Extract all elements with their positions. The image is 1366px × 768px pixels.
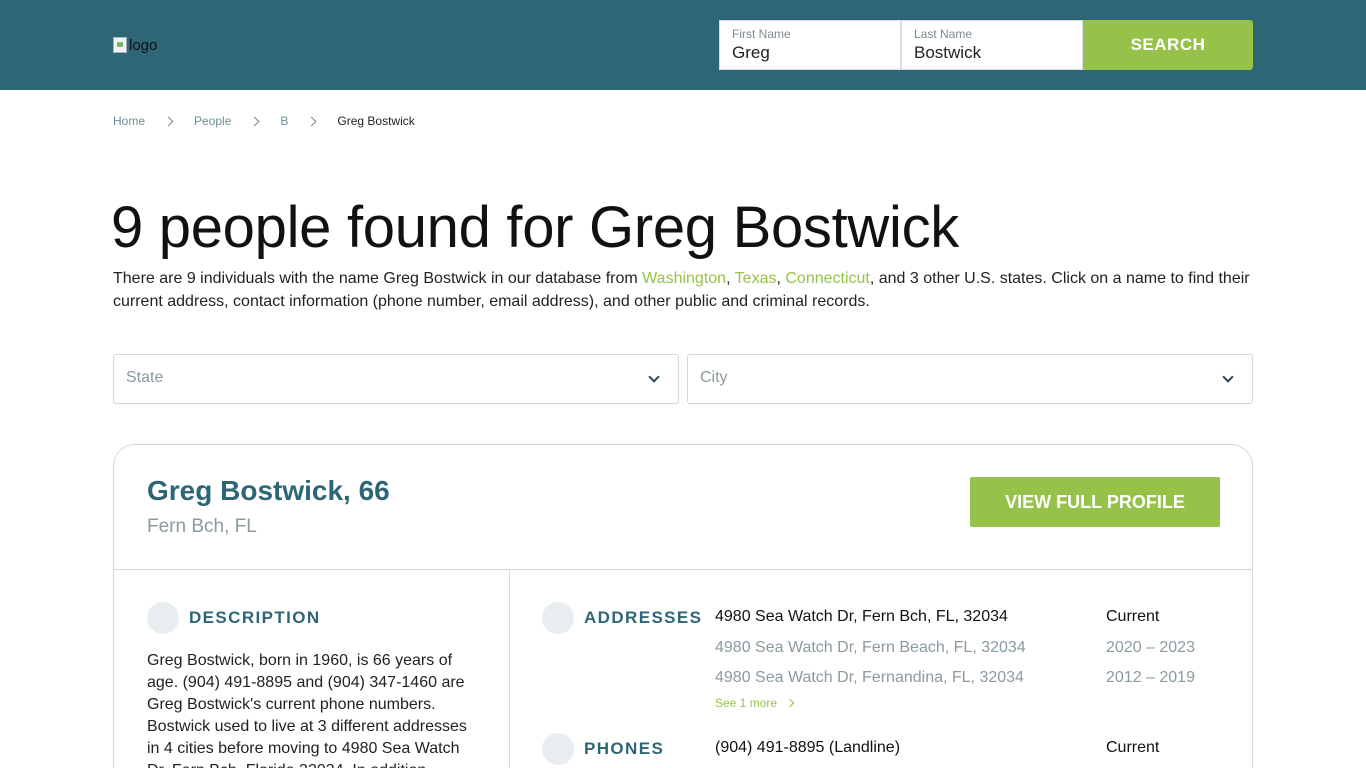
chevron-right-icon xyxy=(249,116,260,126)
chevron-down-icon xyxy=(648,371,660,383)
address-period: Current xyxy=(1106,608,1160,625)
first-name-field[interactable]: First Name xyxy=(719,20,901,70)
phone-period: Current xyxy=(1106,739,1160,756)
breadcrumb-current: Greg Bostwick xyxy=(337,114,415,128)
phones-title: PHONES xyxy=(584,739,665,758)
chevron-down-icon xyxy=(1222,371,1234,383)
breadcrumb: Home People B Greg Bostwick xyxy=(113,114,415,128)
state-link-washington[interactable]: Washington xyxy=(642,270,726,287)
address-item: 4980 Sea Watch Dr, Fern Beach, FL, 32034 xyxy=(715,639,1026,656)
addresses-icon xyxy=(542,602,574,634)
last-name-label: Last Name xyxy=(914,27,973,41)
last-name-input[interactable] xyxy=(914,43,1074,63)
chevron-right-icon xyxy=(163,116,174,126)
phones-icon xyxy=(542,733,574,765)
last-name-field[interactable]: Last Name xyxy=(901,20,1083,70)
breadcrumb-home[interactable]: Home xyxy=(113,114,145,128)
addresses-title: ADDRESSES xyxy=(584,608,703,627)
logo[interactable]: logo xyxy=(113,36,157,54)
description-icon xyxy=(147,602,179,634)
see-more-addresses-link[interactable]: See 1 more xyxy=(715,696,795,710)
chevron-right-icon xyxy=(785,698,795,708)
chevron-right-icon xyxy=(306,116,317,126)
state-select-placeholder: State xyxy=(126,369,164,386)
breadcrumb-people[interactable]: People xyxy=(194,114,231,128)
city-select[interactable]: City xyxy=(687,354,1253,404)
address-item: 4980 Sea Watch Dr, Fern Bch, FL, 32034 xyxy=(715,608,1008,625)
description-text: Greg Bostwick, born in 1960, is 66 years… xyxy=(147,652,467,768)
people-search-form: First Name Last Name SEARCH xyxy=(719,20,1253,70)
search-button[interactable]: SEARCH xyxy=(1083,20,1253,70)
state-link-connecticut[interactable]: Connecticut xyxy=(785,270,870,287)
view-full-profile-button[interactable]: VIEW FULL PROFILE xyxy=(970,477,1220,527)
address-period: 2020 – 2023 xyxy=(1106,639,1195,656)
first-name-input[interactable] xyxy=(732,43,892,63)
column-divider xyxy=(509,570,510,768)
address-item: 4980 Sea Watch Dr, Fernandina, FL, 32034 xyxy=(715,669,1024,686)
result-card: Greg Bostwick, 66 Fern Bch, FL VIEW FULL… xyxy=(113,444,1253,768)
breadcrumb-letter[interactable]: B xyxy=(280,114,288,128)
person-location: Fern Bch, FL xyxy=(147,516,257,537)
intro-separator: , xyxy=(726,270,735,287)
see-more-label: See 1 more xyxy=(715,696,778,710)
phone-item: (904) 491-8895 (Landline) xyxy=(715,739,901,756)
first-name-label: First Name xyxy=(732,27,791,41)
description-title: DESCRIPTION xyxy=(189,608,321,627)
site-header: logo First Name Last Name SEARCH xyxy=(0,0,1366,90)
intro-text: There are 9 individuals with the name Gr… xyxy=(113,268,1258,313)
person-name[interactable]: Greg Bostwick, 66 xyxy=(147,475,390,507)
broken-image-icon xyxy=(113,37,127,53)
card-divider xyxy=(114,569,1252,570)
state-link-texas[interactable]: Texas xyxy=(735,270,777,287)
state-select[interactable]: State xyxy=(113,354,679,404)
city-select-placeholder: City xyxy=(700,369,728,386)
address-period: 2012 – 2019 xyxy=(1106,669,1195,686)
intro-before: There are 9 individuals with the name Gr… xyxy=(113,270,643,287)
page-title: 9 people found for Greg Bostwick xyxy=(111,195,959,260)
logo-alt-text: logo xyxy=(129,36,158,54)
